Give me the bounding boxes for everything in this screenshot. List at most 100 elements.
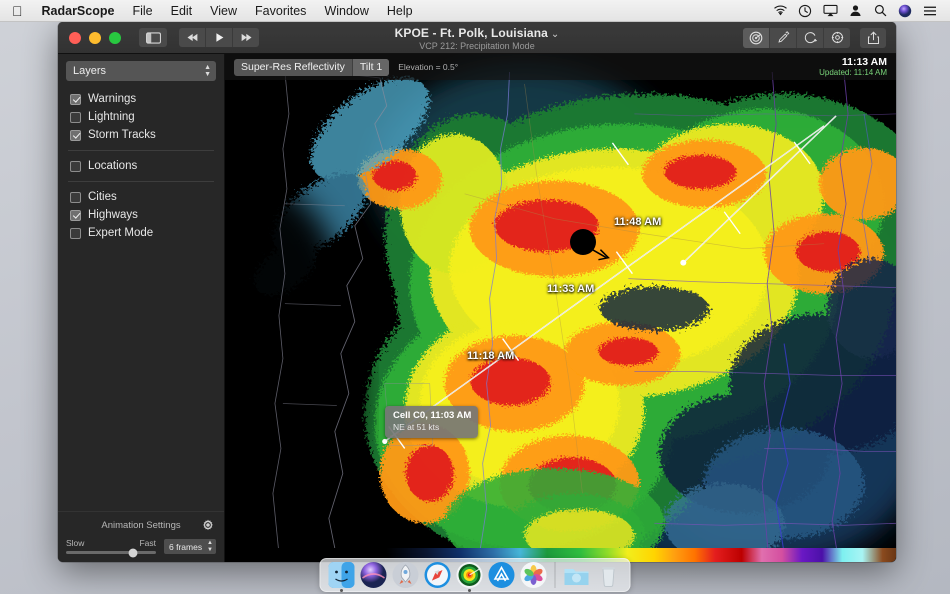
dock-item-siri[interactable] — [360, 561, 388, 589]
checkbox-expert-mode[interactable] — [70, 227, 81, 239]
notification-center-icon[interactable] — [918, 0, 942, 22]
crosshair-icon[interactable] — [824, 28, 850, 48]
layer-label-expert-mode: Expert Mode — [88, 227, 154, 239]
layer-label-cities: Cities — [88, 191, 117, 203]
layer-item-warnings[interactable]: Warnings — [58, 90, 224, 108]
menu-bar:  RadarScope File Edit View Favorites Wi… — [0, 0, 950, 22]
play-icon[interactable] — [206, 28, 232, 47]
running-indicator — [468, 589, 471, 592]
search-icon[interactable] — [868, 0, 892, 22]
chevron-down-icon[interactable]: ⌄ — [551, 29, 559, 40]
window-subtitle: VCP 212: Precipitation Mode — [419, 40, 535, 51]
close-button[interactable] — [69, 31, 81, 44]
divider — [68, 150, 214, 151]
product-selector[interactable]: Super-Res Reflectivity Tilt 1 — [234, 58, 390, 76]
window-title[interactable]: KPOE - Ft. Polk, Louisiana ⌄ — [395, 26, 560, 40]
radar-target-icon[interactable] — [743, 27, 769, 48]
menu-window[interactable]: Window — [315, 0, 377, 22]
cell-callout[interactable]: Cell C0, 11:03 AM NE at 51 kts — [385, 406, 479, 438]
gear-icon[interactable] — [202, 518, 214, 536]
checkbox-lightning[interactable] — [70, 111, 81, 123]
layer-label-lightning: Lightning — [88, 111, 135, 123]
dock-item-downloads-folder[interactable] — [563, 561, 591, 589]
dock-item-launchpad[interactable] — [392, 561, 420, 589]
zoom-button[interactable] — [109, 31, 121, 44]
animation-settings-header: Animation Settings — [66, 518, 216, 532]
window-body: Layers ▲ ▼ Warnings Lightning Storm Trac… — [58, 54, 896, 562]
siri-icon[interactable] — [893, 0, 917, 22]
apple-menu-icon[interactable]:  — [8, 0, 33, 22]
menu-favorites[interactable]: Favorites — [246, 0, 315, 22]
checkbox-locations[interactable] — [70, 160, 81, 172]
lasso-icon[interactable] — [797, 28, 823, 48]
animation-settings-title: Animation Settings — [101, 519, 181, 531]
animation-settings-panel: Animation Settings Slow Fast 6 frames ▲ … — [58, 511, 224, 562]
speed-slider-knob[interactable] — [128, 548, 138, 557]
layer-item-locations[interactable]: Locations — [58, 157, 224, 175]
dock-item-photos[interactable] — [520, 561, 548, 589]
slider-label-slow: Slow — [66, 538, 85, 548]
dock-item-trash[interactable] — [595, 561, 623, 589]
window-title-text: KPOE - Ft. Polk, Louisiana — [394, 25, 548, 40]
slider-label-fast: Fast — [139, 538, 156, 548]
window-titlebar[interactable]: KPOE - Ft. Polk, Louisiana ⌄ VCP 212: Pre… — [58, 22, 896, 54]
share-icon[interactable] — [860, 27, 886, 48]
tilt-label[interactable]: Tilt 1 — [351, 58, 390, 76]
sidebar-toggle-icon[interactable] — [139, 28, 167, 47]
elevation-label: Elevation = 0.5° — [398, 62, 459, 72]
dock-item-finder[interactable] — [328, 561, 356, 592]
dock-item-radarscope[interactable] — [456, 561, 484, 592]
menu-help[interactable]: Help — [378, 0, 422, 22]
airplay-icon[interactable] — [818, 0, 842, 22]
speed-slider-labels: Slow Fast — [66, 538, 156, 548]
divider — [68, 181, 214, 182]
screen:  RadarScope File Edit View Favorites Wi… — [0, 0, 950, 594]
layers-select-wrap: Layers ▲ ▼ — [58, 54, 224, 87]
user-icon[interactable] — [843, 0, 867, 22]
step-forward-icon[interactable] — [233, 28, 259, 47]
step-back-icon[interactable] — [179, 28, 205, 47]
frames-dropdown[interactable]: 6 frames ▲ ▼ — [164, 539, 216, 554]
speed-slider[interactable] — [66, 548, 156, 557]
updated-time: Updated: 11:14 AM — [819, 68, 887, 78]
layer-item-storm-tracks[interactable]: Storm Tracks — [58, 126, 224, 144]
layer-item-lightning[interactable]: Lightning — [58, 108, 224, 126]
layers-sidebar: Layers ▲ ▼ Warnings Lightning Storm Trac… — [58, 54, 225, 562]
wifi-icon[interactable] — [768, 0, 792, 22]
checkbox-warnings[interactable] — [70, 93, 81, 105]
radarscope-window: KPOE - Ft. Polk, Louisiana ⌄ VCP 212: Pre… — [58, 22, 896, 562]
dock-item-app-store[interactable] — [488, 561, 516, 589]
menu-bar-items:  RadarScope File Edit View Favorites Wi… — [0, 0, 422, 22]
clock-icon[interactable] — [793, 0, 817, 22]
layer-item-cities[interactable]: Cities — [58, 188, 224, 206]
checkbox-storm-tracks[interactable] — [70, 129, 81, 141]
checkbox-highways[interactable] — [70, 209, 81, 221]
radar-view[interactable]: Super-Res Reflectivity Tilt 1 Elevation … — [225, 54, 896, 562]
dock-separator — [554, 562, 556, 588]
menu-view[interactable]: View — [201, 0, 246, 22]
menu-file[interactable]: File — [123, 0, 161, 22]
dock-item-safari[interactable] — [424, 561, 452, 589]
scan-time: 11:13 AM — [841, 56, 887, 69]
layers-dropdown-label: Layers — [73, 65, 107, 77]
speed-slider-box: Slow Fast — [66, 538, 156, 557]
traffic-lights — [58, 31, 121, 44]
frames-dropdown-label: 6 frames — [169, 541, 203, 552]
menu-bar-status-icons — [768, 0, 950, 22]
layers-dropdown[interactable]: Layers ▲ ▼ — [66, 61, 216, 81]
menu-radarscope[interactable]: RadarScope — [33, 0, 124, 22]
track-label-1118: 11:18 AM — [467, 350, 515, 362]
toolbar-right — [743, 27, 896, 48]
menu-edit[interactable]: Edit — [162, 0, 202, 22]
layer-label-locations: Locations — [88, 160, 138, 172]
pencil-icon[interactable] — [770, 28, 796, 48]
product-label[interactable]: Super-Res Reflectivity — [234, 59, 352, 76]
minimize-button[interactable] — [89, 31, 101, 44]
layer-item-highways[interactable]: Highways — [58, 206, 224, 224]
radar-site-marker — [570, 229, 596, 255]
cell-callout-title: Cell C0, 11:03 AM — [393, 410, 472, 421]
product-bar: Super-Res Reflectivity Tilt 1 Elevation … — [225, 54, 896, 80]
checkbox-cities[interactable] — [70, 191, 81, 203]
tool-cluster — [743, 27, 850, 48]
layer-item-expert-mode[interactable]: Expert Mode — [58, 224, 224, 242]
